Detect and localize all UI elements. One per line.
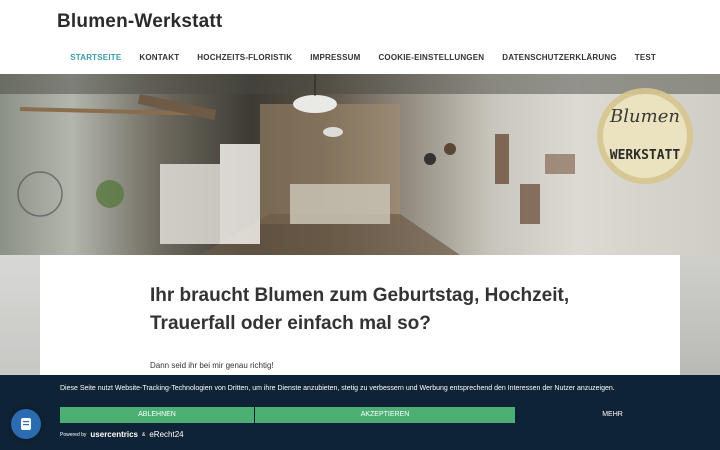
- nav-item-kontakt[interactable]: KONTAKT: [139, 53, 179, 62]
- erecht24-logo[interactable]: eRecht24: [149, 430, 183, 439]
- accept-button[interactable]: AKZEPTIEREN: [255, 407, 515, 423]
- side-background-left: [0, 255, 40, 375]
- ampersand: &: [142, 431, 146, 438]
- site-header: Blumen-Werkstatt STARTSEITE KONTAKT HOCH…: [0, 0, 720, 74]
- nav-item-datenschutzerklaerung[interactable]: DATENSCHUTZERKLÄRUNG: [502, 53, 617, 62]
- privacy-settings-button[interactable]: [11, 409, 41, 439]
- side-background-right: [680, 255, 720, 375]
- powered-by: Powered by usercentrics & eRecht24: [60, 430, 184, 439]
- page-headline: Ihr braucht Blumen zum Geburtstag, Hochz…: [150, 285, 570, 334]
- logo-text-werkstatt: WERKSTATT: [610, 148, 681, 163]
- site-title[interactable]: Blumen-Werkstatt: [57, 11, 222, 33]
- deny-button[interactable]: ABLEHNEN: [60, 407, 254, 423]
- intro-text: Dann seid ihr bei mir genau richtig!: [150, 361, 274, 370]
- nav-item-cookie-einstellungen[interactable]: COOKIE-EINSTELLUNGEN: [378, 53, 484, 62]
- hero-banner-image: Blumen WERKSTATT: [0, 74, 720, 255]
- powered-by-label: Powered by: [60, 431, 87, 438]
- fingerprint-icon: [21, 418, 31, 430]
- nav-item-hochzeits-floristik[interactable]: HOCHZEITS-FLORISTIK: [197, 53, 292, 62]
- usercentrics-logo[interactable]: usercentrics: [90, 430, 138, 439]
- nav-item-startseite[interactable]: STARTSEITE: [70, 53, 121, 62]
- cookie-banner: Diese Seite nutzt Website-Tracking-Techn…: [0, 375, 720, 450]
- nav-item-test[interactable]: TEST: [635, 53, 656, 62]
- main-navigation: STARTSEITE KONTAKT HOCHZEITS-FLORISTIK I…: [52, 53, 656, 62]
- cookie-banner-text: Diese Seite nutzt Website-Tracking-Techn…: [60, 385, 615, 392]
- more-button[interactable]: MEHR: [560, 407, 665, 423]
- main-content: Ihr braucht Blumen zum Geburtstag, Hochz…: [40, 255, 680, 375]
- nav-item-impressum[interactable]: IMPRESSUM: [310, 53, 360, 62]
- shop-interior-illustration: Blumen WERKSTATT: [0, 74, 720, 255]
- logo-text-blumen: Blumen: [609, 106, 680, 127]
